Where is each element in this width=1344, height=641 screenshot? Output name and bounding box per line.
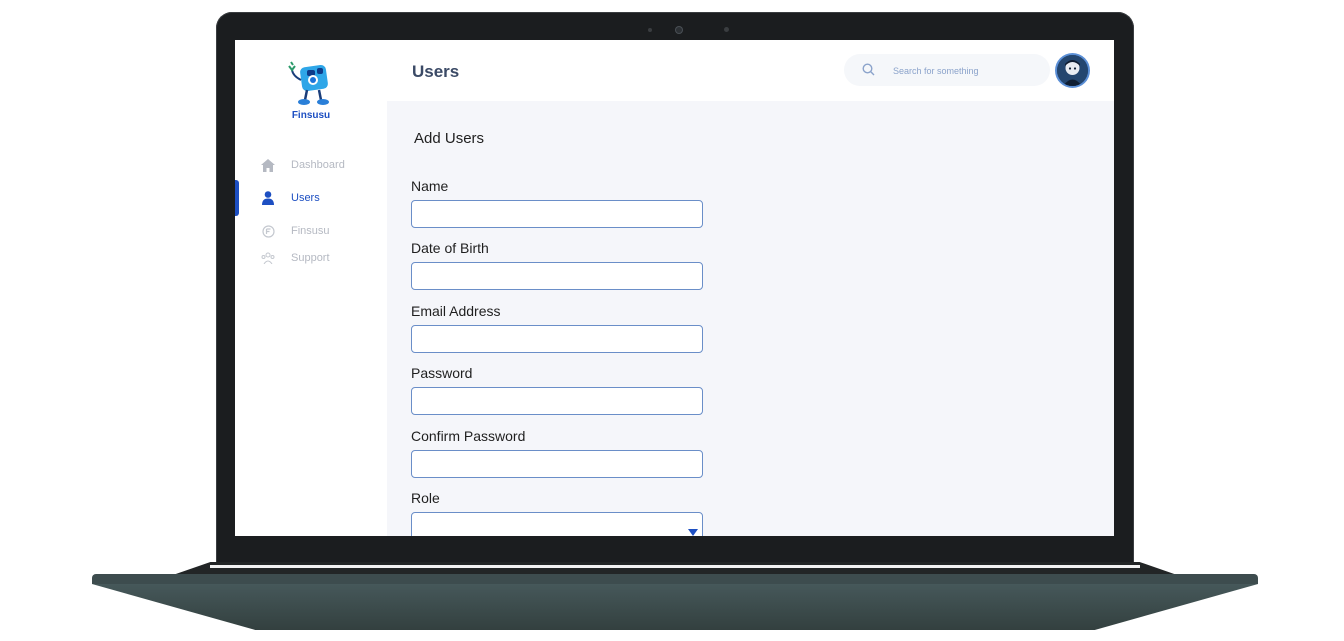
sidebar-item-users[interactable]: Users [235, 180, 387, 216]
main-content: Add Users Name Date of Birth Email Addre… [387, 101, 1114, 536]
date-of-birth-label: Date of Birth [411, 240, 489, 256]
form-title: Add Users [414, 130, 485, 147]
password-label: Password [411, 365, 473, 381]
top-bar: Users [387, 40, 1114, 101]
search-bar[interactable] [844, 54, 1050, 86]
role-label: Role [411, 490, 440, 506]
chevron-down-icon [688, 529, 698, 536]
confirm-password-field[interactable] [411, 450, 703, 478]
confirm-password-label: Confirm Password [411, 428, 526, 444]
password-field[interactable] [411, 387, 703, 415]
search-input[interactable] [891, 62, 1045, 80]
name-label: Name [411, 178, 449, 194]
email-label: Email Address [411, 303, 501, 319]
brand-name: Finsusu [291, 110, 331, 121]
webcam [676, 27, 682, 33]
page-title: Users [412, 62, 460, 81]
sidebar-item-label: Support [291, 252, 330, 264]
sidebar-item-label: Dashboard [291, 159, 345, 171]
finsusu-logo[interactable] [283, 58, 339, 110]
sidebar: Finsusu Dashboard Users Finsusu Support [235, 40, 388, 536]
home-icon [261, 158, 275, 172]
user-icon [261, 191, 275, 205]
finsusu-icon [261, 224, 275, 238]
sidebar-item-dashboard[interactable]: Dashboard [235, 150, 387, 180]
date-of-birth-field[interactable] [411, 262, 703, 290]
search-icon [862, 63, 875, 76]
laptop-base-top [92, 574, 1258, 584]
laptop-screen: Finsusu Dashboard Users Finsusu Support … [235, 40, 1114, 536]
support-icon [261, 251, 275, 265]
sidebar-item-label: Finsusu [291, 225, 330, 237]
sidebar-item-support[interactable]: Support [235, 243, 387, 273]
role-select[interactable] [411, 512, 703, 536]
sidebar-item-finsusu[interactable]: Finsusu [235, 216, 387, 246]
camera-sensor [648, 28, 652, 32]
sidebar-item-label: Users [291, 192, 320, 204]
laptop-base [92, 584, 1258, 630]
email-field[interactable] [411, 325, 703, 353]
avatar[interactable] [1057, 55, 1088, 86]
name-field[interactable] [411, 200, 703, 228]
camera-sensor [724, 27, 729, 32]
laptop-lid: Finsusu Dashboard Users Finsusu Support … [216, 12, 1134, 568]
